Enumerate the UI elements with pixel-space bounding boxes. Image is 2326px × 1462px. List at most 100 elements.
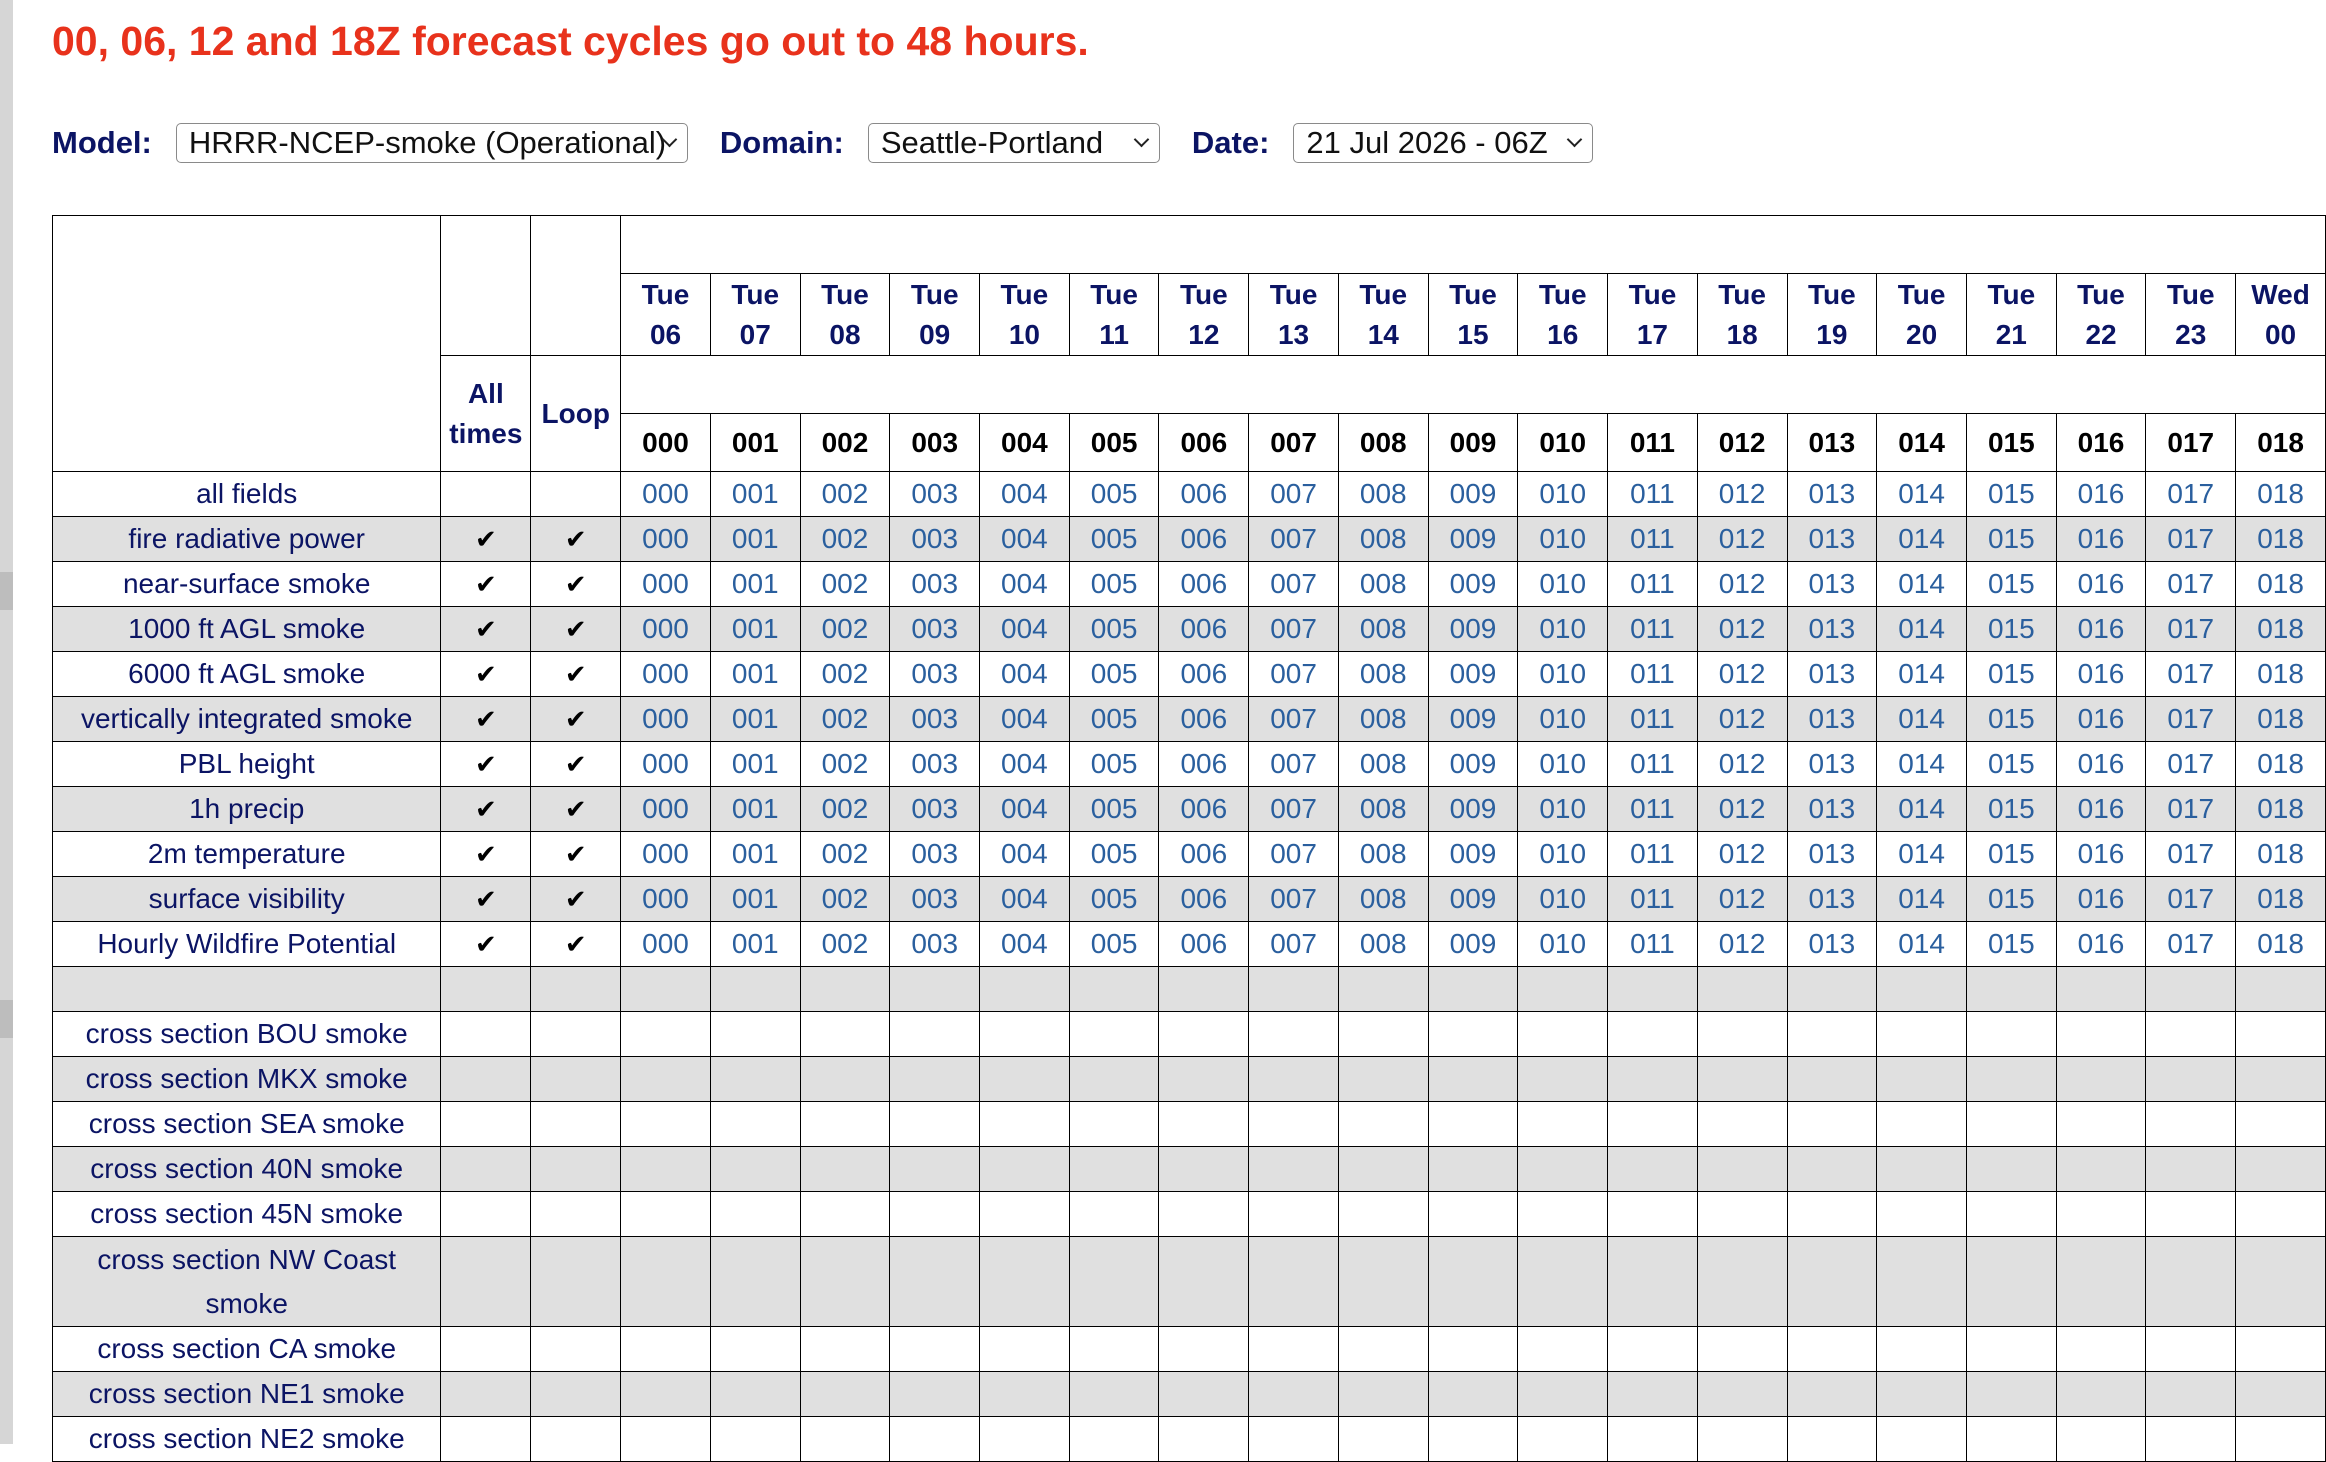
forecast-hour-link[interactable]: 015	[1988, 703, 2035, 734]
forecast-hour-link[interactable]: 000	[642, 703, 689, 734]
forecast-hour-link[interactable]: 013	[1809, 883, 1856, 914]
forecast-hour-link[interactable]: 018	[2257, 838, 2304, 869]
forecast-hour-link[interactable]: 001	[732, 568, 779, 599]
forecast-hour-link[interactable]: 006	[1180, 703, 1227, 734]
forecast-hour-link[interactable]: 012	[1719, 658, 1766, 689]
all-times-check-icon[interactable]: ✔	[440, 561, 532, 607]
forecast-hour-link[interactable]: 013	[1809, 523, 1856, 554]
forecast-hour-link[interactable]: 013	[1809, 928, 1856, 959]
forecast-hour-link[interactable]: 007	[1270, 793, 1317, 824]
forecast-hour-link[interactable]: 003	[911, 883, 958, 914]
all-times-check-icon[interactable]: ✔	[440, 651, 532, 697]
forecast-hour-link[interactable]: 012	[1719, 928, 1766, 959]
forecast-hour-link[interactable]: 004	[1001, 838, 1048, 869]
forecast-hour-link[interactable]: 007	[1270, 838, 1317, 869]
all-times-check-icon[interactable]: ✔	[440, 696, 532, 742]
forecast-hour-link[interactable]: 011	[1630, 748, 1675, 779]
forecast-hour-link[interactable]: 007	[1270, 658, 1317, 689]
forecast-hour-link[interactable]: 007	[1270, 748, 1317, 779]
forecast-hour-link[interactable]: 008	[1360, 928, 1407, 959]
loop-check-icon[interactable]: ✔	[530, 876, 622, 922]
forecast-hour-link[interactable]: 018	[2257, 613, 2304, 644]
forecast-hour-link[interactable]: 008	[1360, 658, 1407, 689]
all-times-check-icon[interactable]: ✔	[440, 921, 532, 967]
forecast-hour-link[interactable]: 010	[1539, 523, 1586, 554]
forecast-hour-link[interactable]: 004	[1001, 523, 1048, 554]
forecast-hour-link[interactable]: 014	[1898, 478, 1945, 509]
forecast-hour-link[interactable]: 017	[2167, 523, 2214, 554]
forecast-hour-link[interactable]: 009	[1450, 523, 1497, 554]
forecast-hour-link[interactable]: 007	[1270, 478, 1317, 509]
forecast-hour-link[interactable]: 011	[1630, 478, 1675, 509]
forecast-hour-link[interactable]: 004	[1001, 568, 1048, 599]
forecast-hour-link[interactable]: 009	[1450, 703, 1497, 734]
loop-check-icon[interactable]: ✔	[530, 561, 622, 607]
forecast-hour-link[interactable]: 006	[1180, 658, 1227, 689]
forecast-hour-link[interactable]: 003	[911, 613, 958, 644]
forecast-hour-link[interactable]: 008	[1360, 838, 1407, 869]
forecast-hour-link[interactable]: 002	[822, 658, 869, 689]
forecast-hour-link[interactable]: 010	[1539, 748, 1586, 779]
forecast-hour-link[interactable]: 012	[1719, 568, 1766, 599]
loop-check-icon[interactable]: ✔	[530, 831, 622, 877]
forecast-hour-link[interactable]: 002	[822, 883, 869, 914]
forecast-hour-link[interactable]: 002	[822, 478, 869, 509]
forecast-hour-link[interactable]: 013	[1809, 568, 1856, 599]
forecast-hour-link[interactable]: 006	[1180, 838, 1227, 869]
forecast-hour-link[interactable]: 012	[1719, 703, 1766, 734]
forecast-hour-link[interactable]: 007	[1270, 928, 1317, 959]
forecast-hour-link[interactable]: 017	[2167, 748, 2214, 779]
forecast-hour-link[interactable]: 011	[1630, 928, 1675, 959]
forecast-hour-link[interactable]: 016	[2078, 658, 2125, 689]
forecast-hour-link[interactable]: 004	[1001, 613, 1048, 644]
forecast-hour-link[interactable]: 015	[1988, 748, 2035, 779]
forecast-hour-link[interactable]: 001	[732, 613, 779, 644]
forecast-hour-link[interactable]: 000	[642, 523, 689, 554]
forecast-hour-link[interactable]: 016	[2078, 748, 2125, 779]
forecast-hour-link[interactable]: 014	[1898, 613, 1945, 644]
forecast-hour-link[interactable]: 012	[1719, 478, 1766, 509]
forecast-hour-link[interactable]: 008	[1360, 478, 1407, 509]
forecast-hour-link[interactable]: 004	[1001, 793, 1048, 824]
forecast-hour-link[interactable]: 014	[1898, 523, 1945, 554]
forecast-hour-link[interactable]: 005	[1091, 883, 1138, 914]
forecast-hour-link[interactable]: 014	[1898, 928, 1945, 959]
forecast-hour-link[interactable]: 013	[1809, 478, 1856, 509]
forecast-hour-link[interactable]: 003	[911, 748, 958, 779]
forecast-hour-link[interactable]: 003	[911, 568, 958, 599]
forecast-hour-link[interactable]: 008	[1360, 568, 1407, 599]
forecast-hour-link[interactable]: 015	[1988, 613, 2035, 644]
forecast-hour-link[interactable]: 009	[1450, 838, 1497, 869]
model-select[interactable]: HRRR-NCEP-smoke (Operational)	[175, 123, 688, 163]
forecast-hour-link[interactable]: 018	[2257, 883, 2304, 914]
forecast-hour-link[interactable]: 005	[1091, 658, 1138, 689]
forecast-hour-link[interactable]: 003	[911, 793, 958, 824]
forecast-hour-link[interactable]: 000	[642, 658, 689, 689]
forecast-hour-link[interactable]: 000	[642, 613, 689, 644]
forecast-hour-link[interactable]: 013	[1809, 658, 1856, 689]
forecast-hour-link[interactable]: 003	[911, 523, 958, 554]
forecast-hour-link[interactable]: 008	[1360, 703, 1407, 734]
forecast-hour-link[interactable]: 013	[1809, 703, 1856, 734]
forecast-hour-link[interactable]: 000	[642, 748, 689, 779]
forecast-hour-link[interactable]: 015	[1988, 838, 2035, 869]
forecast-hour-link[interactable]: 001	[732, 748, 779, 779]
forecast-hour-link[interactable]: 000	[642, 928, 689, 959]
forecast-hour-link[interactable]: 006	[1180, 748, 1227, 779]
forecast-hour-link[interactable]: 010	[1539, 838, 1586, 869]
forecast-hour-link[interactable]: 008	[1360, 793, 1407, 824]
forecast-hour-link[interactable]: 012	[1719, 523, 1766, 554]
forecast-hour-link[interactable]: 017	[2167, 883, 2214, 914]
domain-select[interactable]: Seattle-Portland	[867, 123, 1160, 163]
forecast-hour-link[interactable]: 015	[1988, 883, 2035, 914]
forecast-hour-link[interactable]: 012	[1719, 793, 1766, 824]
all-times-check-icon[interactable]: ✔	[440, 831, 532, 877]
forecast-hour-link[interactable]: 002	[822, 568, 869, 599]
forecast-hour-link[interactable]: 010	[1539, 928, 1586, 959]
all-times-check-icon[interactable]: ✔	[440, 741, 532, 787]
forecast-hour-link[interactable]: 014	[1898, 568, 1945, 599]
forecast-hour-link[interactable]: 011	[1630, 703, 1675, 734]
forecast-hour-link[interactable]: 015	[1988, 478, 2035, 509]
left-scrollbar-track[interactable]	[0, 0, 13, 1444]
forecast-hour-link[interactable]: 012	[1719, 613, 1766, 644]
